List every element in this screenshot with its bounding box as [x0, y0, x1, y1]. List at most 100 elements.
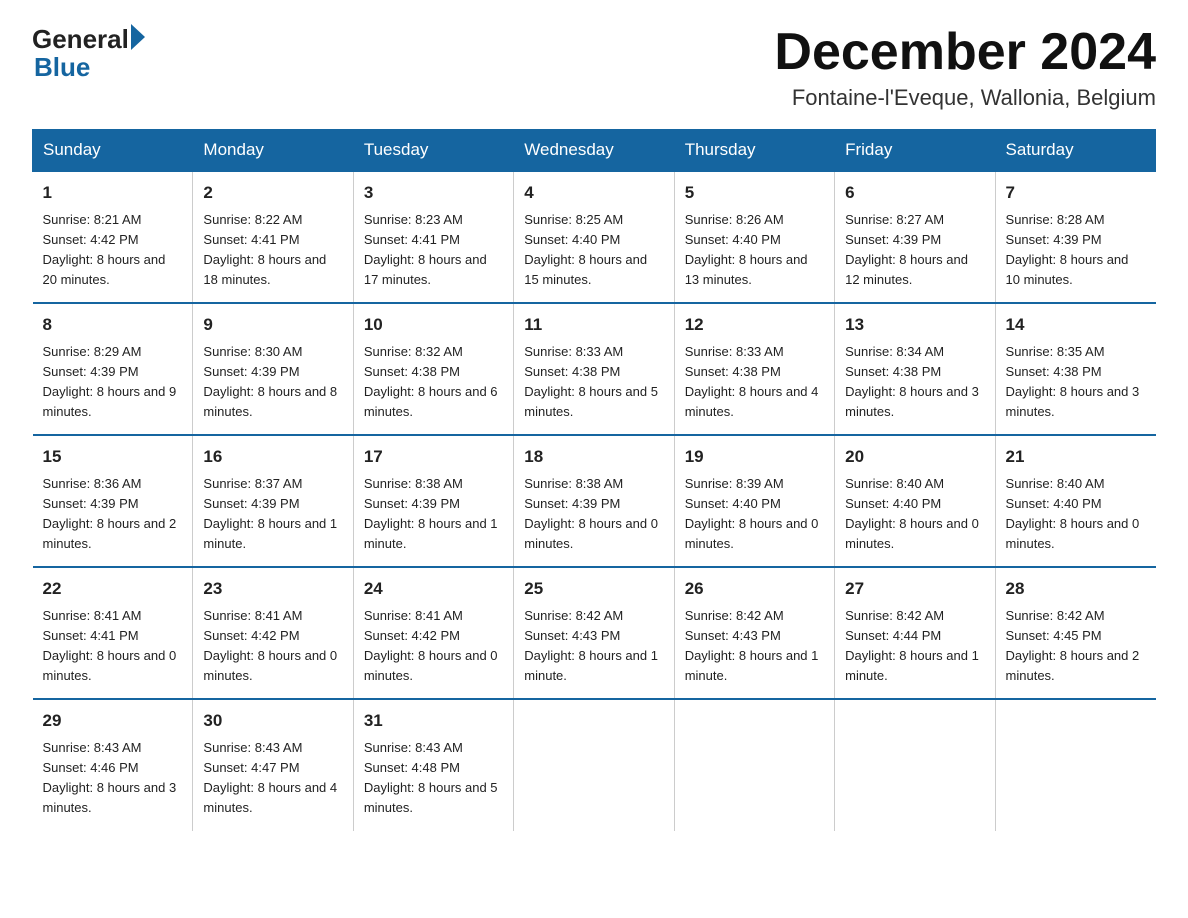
- day-number: 7: [1006, 180, 1146, 206]
- header-thursday: Thursday: [674, 130, 834, 172]
- day-info: Sunrise: 8:26 AMSunset: 4:40 PMDaylight:…: [685, 212, 808, 287]
- day-info: Sunrise: 8:38 AMSunset: 4:39 PMDaylight:…: [364, 476, 498, 551]
- day-number: 9: [203, 312, 342, 338]
- day-info: Sunrise: 8:43 AMSunset: 4:48 PMDaylight:…: [364, 740, 498, 815]
- day-info: Sunrise: 8:21 AMSunset: 4:42 PMDaylight:…: [43, 212, 166, 287]
- table-row: 15 Sunrise: 8:36 AMSunset: 4:39 PMDaylig…: [33, 435, 193, 567]
- table-row: 23 Sunrise: 8:41 AMSunset: 4:42 PMDaylig…: [193, 567, 353, 699]
- day-number: 16: [203, 444, 342, 470]
- day-number: 6: [845, 180, 984, 206]
- header-monday: Monday: [193, 130, 353, 172]
- table-row: 1 Sunrise: 8:21 AMSunset: 4:42 PMDayligh…: [33, 171, 193, 303]
- day-number: 8: [43, 312, 183, 338]
- logo-arrow-icon: [131, 24, 145, 50]
- table-row: 6 Sunrise: 8:27 AMSunset: 4:39 PMDayligh…: [835, 171, 995, 303]
- day-number: 15: [43, 444, 183, 470]
- day-info: Sunrise: 8:40 AMSunset: 4:40 PMDaylight:…: [1006, 476, 1140, 551]
- day-number: 18: [524, 444, 663, 470]
- table-row: 17 Sunrise: 8:38 AMSunset: 4:39 PMDaylig…: [353, 435, 513, 567]
- header-tuesday: Tuesday: [353, 130, 513, 172]
- table-row: 4 Sunrise: 8:25 AMSunset: 4:40 PMDayligh…: [514, 171, 674, 303]
- day-number: 1: [43, 180, 183, 206]
- day-info: Sunrise: 8:37 AMSunset: 4:39 PMDaylight:…: [203, 476, 337, 551]
- table-row: 8 Sunrise: 8:29 AMSunset: 4:39 PMDayligh…: [33, 303, 193, 435]
- table-row: 14 Sunrise: 8:35 AMSunset: 4:38 PMDaylig…: [995, 303, 1155, 435]
- day-number: 23: [203, 576, 342, 602]
- table-row: 9 Sunrise: 8:30 AMSunset: 4:39 PMDayligh…: [193, 303, 353, 435]
- header-saturday: Saturday: [995, 130, 1155, 172]
- weekday-header-row: Sunday Monday Tuesday Wednesday Thursday…: [33, 130, 1156, 172]
- table-row: [995, 699, 1155, 830]
- day-info: Sunrise: 8:41 AMSunset: 4:42 PMDaylight:…: [203, 608, 337, 683]
- table-row: 27 Sunrise: 8:42 AMSunset: 4:44 PMDaylig…: [835, 567, 995, 699]
- day-info: Sunrise: 8:43 AMSunset: 4:47 PMDaylight:…: [203, 740, 337, 815]
- day-number: 17: [364, 444, 503, 470]
- table-row: 22 Sunrise: 8:41 AMSunset: 4:41 PMDaylig…: [33, 567, 193, 699]
- day-info: Sunrise: 8:42 AMSunset: 4:43 PMDaylight:…: [685, 608, 819, 683]
- day-info: Sunrise: 8:33 AMSunset: 4:38 PMDaylight:…: [524, 344, 658, 419]
- table-row: 10 Sunrise: 8:32 AMSunset: 4:38 PMDaylig…: [353, 303, 513, 435]
- logo: General Blue: [32, 24, 147, 83]
- header-wednesday: Wednesday: [514, 130, 674, 172]
- location-title: Fontaine-l'Eveque, Wallonia, Belgium: [774, 85, 1156, 111]
- calendar-table: Sunday Monday Tuesday Wednesday Thursday…: [32, 129, 1156, 830]
- table-row: 13 Sunrise: 8:34 AMSunset: 4:38 PMDaylig…: [835, 303, 995, 435]
- calendar-week-row: 8 Sunrise: 8:29 AMSunset: 4:39 PMDayligh…: [33, 303, 1156, 435]
- day-number: 20: [845, 444, 984, 470]
- table-row: 21 Sunrise: 8:40 AMSunset: 4:40 PMDaylig…: [995, 435, 1155, 567]
- day-number: 10: [364, 312, 503, 338]
- table-row: 26 Sunrise: 8:42 AMSunset: 4:43 PMDaylig…: [674, 567, 834, 699]
- day-number: 24: [364, 576, 503, 602]
- day-info: Sunrise: 8:25 AMSunset: 4:40 PMDaylight:…: [524, 212, 647, 287]
- table-row: 3 Sunrise: 8:23 AMSunset: 4:41 PMDayligh…: [353, 171, 513, 303]
- table-row: 2 Sunrise: 8:22 AMSunset: 4:41 PMDayligh…: [193, 171, 353, 303]
- table-row: 30 Sunrise: 8:43 AMSunset: 4:47 PMDaylig…: [193, 699, 353, 830]
- day-info: Sunrise: 8:35 AMSunset: 4:38 PMDaylight:…: [1006, 344, 1140, 419]
- header-friday: Friday: [835, 130, 995, 172]
- day-number: 31: [364, 708, 503, 734]
- calendar-week-row: 1 Sunrise: 8:21 AMSunset: 4:42 PMDayligh…: [33, 171, 1156, 303]
- calendar-week-row: 22 Sunrise: 8:41 AMSunset: 4:41 PMDaylig…: [33, 567, 1156, 699]
- table-row: 20 Sunrise: 8:40 AMSunset: 4:40 PMDaylig…: [835, 435, 995, 567]
- day-info: Sunrise: 8:32 AMSunset: 4:38 PMDaylight:…: [364, 344, 498, 419]
- day-info: Sunrise: 8:41 AMSunset: 4:42 PMDaylight:…: [364, 608, 498, 683]
- table-row: 29 Sunrise: 8:43 AMSunset: 4:46 PMDaylig…: [33, 699, 193, 830]
- title-block: December 2024 Fontaine-l'Eveque, Walloni…: [774, 24, 1156, 111]
- table-row: 31 Sunrise: 8:43 AMSunset: 4:48 PMDaylig…: [353, 699, 513, 830]
- day-number: 22: [43, 576, 183, 602]
- table-row: 12 Sunrise: 8:33 AMSunset: 4:38 PMDaylig…: [674, 303, 834, 435]
- day-number: 5: [685, 180, 824, 206]
- day-info: Sunrise: 8:42 AMSunset: 4:44 PMDaylight:…: [845, 608, 979, 683]
- day-number: 21: [1006, 444, 1146, 470]
- table-row: 24 Sunrise: 8:41 AMSunset: 4:42 PMDaylig…: [353, 567, 513, 699]
- table-row: [674, 699, 834, 830]
- day-info: Sunrise: 8:34 AMSunset: 4:38 PMDaylight:…: [845, 344, 979, 419]
- table-row: [514, 699, 674, 830]
- logo-general-text: General: [32, 26, 129, 52]
- day-number: 25: [524, 576, 663, 602]
- table-row: 18 Sunrise: 8:38 AMSunset: 4:39 PMDaylig…: [514, 435, 674, 567]
- day-info: Sunrise: 8:30 AMSunset: 4:39 PMDaylight:…: [203, 344, 337, 419]
- calendar-week-row: 15 Sunrise: 8:36 AMSunset: 4:39 PMDaylig…: [33, 435, 1156, 567]
- day-info: Sunrise: 8:29 AMSunset: 4:39 PMDaylight:…: [43, 344, 177, 419]
- table-row: 25 Sunrise: 8:42 AMSunset: 4:43 PMDaylig…: [514, 567, 674, 699]
- day-info: Sunrise: 8:36 AMSunset: 4:39 PMDaylight:…: [43, 476, 177, 551]
- table-row: 16 Sunrise: 8:37 AMSunset: 4:39 PMDaylig…: [193, 435, 353, 567]
- day-number: 2: [203, 180, 342, 206]
- day-number: 19: [685, 444, 824, 470]
- table-row: 7 Sunrise: 8:28 AMSunset: 4:39 PMDayligh…: [995, 171, 1155, 303]
- table-row: 19 Sunrise: 8:39 AMSunset: 4:40 PMDaylig…: [674, 435, 834, 567]
- day-number: 28: [1006, 576, 1146, 602]
- month-title: December 2024: [774, 24, 1156, 81]
- day-number: 30: [203, 708, 342, 734]
- day-info: Sunrise: 8:38 AMSunset: 4:39 PMDaylight:…: [524, 476, 658, 551]
- day-number: 4: [524, 180, 663, 206]
- day-number: 12: [685, 312, 824, 338]
- table-row: [835, 699, 995, 830]
- day-number: 13: [845, 312, 984, 338]
- day-number: 27: [845, 576, 984, 602]
- calendar-week-row: 29 Sunrise: 8:43 AMSunset: 4:46 PMDaylig…: [33, 699, 1156, 830]
- day-number: 11: [524, 312, 663, 338]
- day-info: Sunrise: 8:28 AMSunset: 4:39 PMDaylight:…: [1006, 212, 1129, 287]
- day-number: 14: [1006, 312, 1146, 338]
